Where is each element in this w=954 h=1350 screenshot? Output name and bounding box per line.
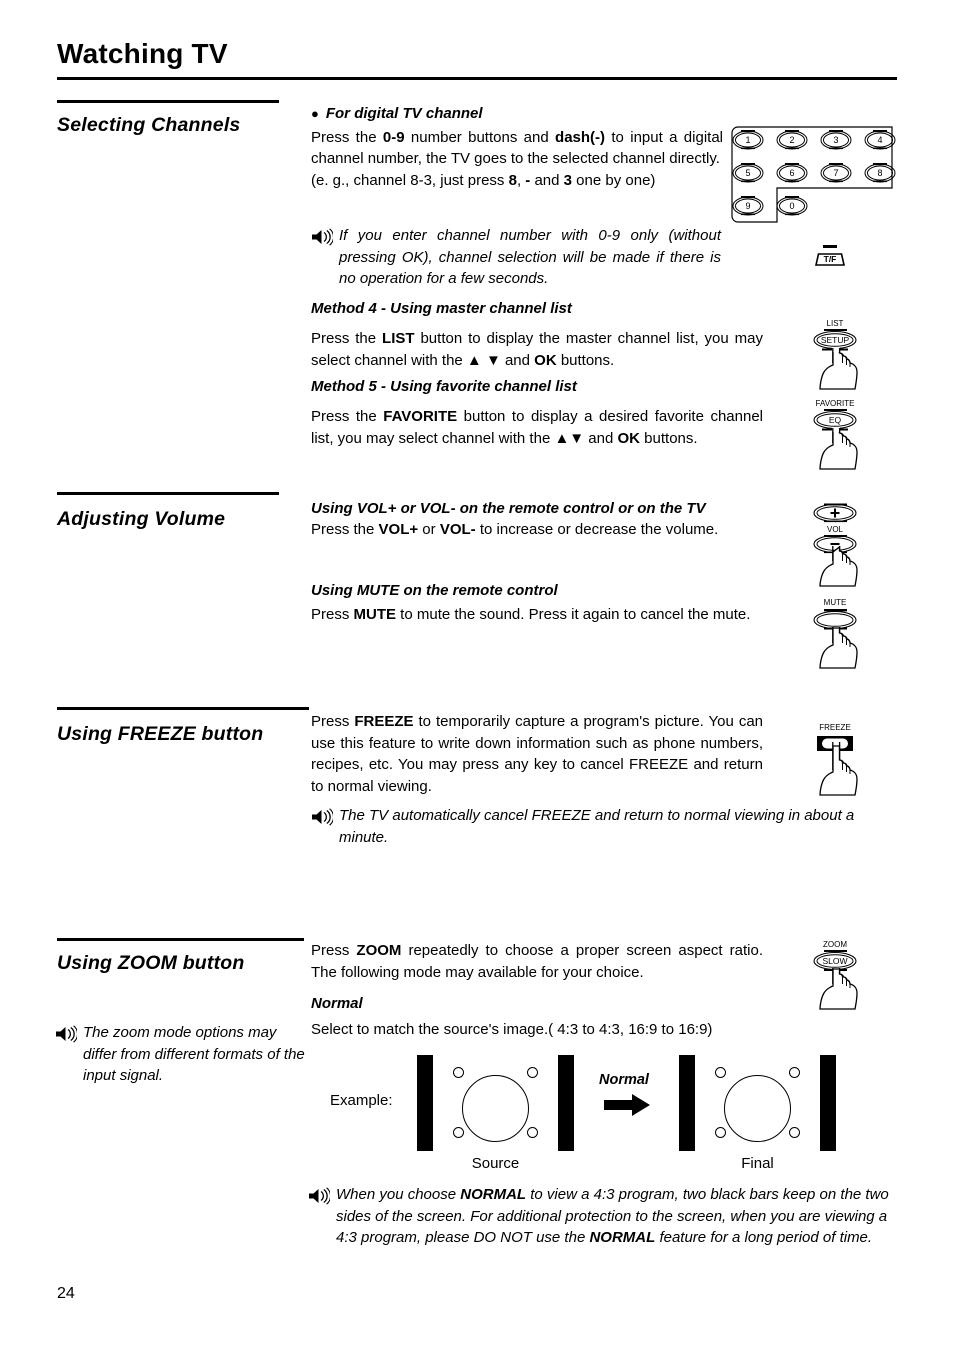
speaker-icon: [56, 1025, 77, 1043]
volume-body: Press the VOL+ or VOL- to increase or de…: [311, 521, 719, 538]
bullet-heading-digital-tv: For digital TV channel: [325, 105, 483, 122]
zoom-mode-body: Select to match the source's image.( 4:3…: [311, 1021, 713, 1038]
svg-text:8: 8: [877, 168, 882, 178]
method4-heading: Method 4 - Using master channel list: [311, 300, 572, 317]
svg-text:SLOW: SLOW: [822, 956, 847, 966]
corner-dot: [527, 1127, 538, 1138]
section-heading-zoom: Using ZOOM button: [57, 952, 245, 974]
note-normal-warning: When you choose NORMAL to view a 4:3 pro…: [308, 1184, 902, 1249]
note-freeze: The TV automatically cancel FREEZE and r…: [311, 805, 901, 848]
svg-text:VOL: VOL: [827, 525, 844, 534]
method4-block: Method 4 - Using master channel list Pre…: [311, 298, 763, 371]
corner-dot: [715, 1127, 726, 1138]
speaker-icon: [312, 808, 333, 826]
volume-heading: Using VOL+ or VOL- on the remote control…: [311, 500, 706, 517]
digital-tv-body: Press the 0-9 number buttons and dash(-)…: [311, 128, 723, 168]
speaker-icon: [309, 1187, 330, 1205]
svg-text:0: 0: [789, 201, 794, 211]
example-label: Example:: [330, 1092, 393, 1109]
svg-text:MUTE: MUTE: [824, 598, 847, 607]
svg-text:SETUP: SETUP: [821, 335, 850, 345]
speaker-icon: [312, 228, 333, 246]
svg-text:5: 5: [745, 168, 750, 178]
arrow-icon: [604, 1093, 652, 1122]
svg-text:6: 6: [789, 168, 794, 178]
section-divider-zoom: [57, 938, 304, 941]
corner-dot: [715, 1067, 726, 1078]
svg-text:3: 3: [833, 135, 838, 145]
source-caption: Source: [471, 1155, 520, 1172]
section-divider-freeze: [57, 707, 309, 710]
note-channel-entry: If you enter channel number with 0-9 onl…: [311, 225, 721, 290]
final-screen: [679, 1055, 836, 1151]
title-divider: [57, 77, 897, 80]
method4-body: Press the LIST button to display the mas…: [311, 330, 763, 369]
svg-text:7: 7: [833, 168, 838, 178]
method5-heading: Method 5 - Using favorite channel list: [311, 378, 577, 395]
section-heading-selecting-channels: Selecting Channels: [57, 114, 241, 136]
svg-text:T/F: T/F: [824, 254, 837, 264]
digital-tv-channel-block: ● For digital TV channel Press the 0-9 n…: [311, 103, 723, 191]
mute-body: Press MUTE to mute the sound. Press it a…: [311, 606, 751, 623]
digital-tv-example: (e. g., channel 8-3, just press 8, - and…: [311, 171, 656, 189]
svg-text:4: 4: [877, 135, 882, 145]
section-divider-adjusting-volume: [57, 492, 279, 495]
note-normal-warning-text: When you choose NORMAL to view a 4:3 pro…: [336, 1186, 889, 1246]
bullet-dot-icon: ●: [311, 106, 319, 121]
page-title: Watching TV: [57, 38, 228, 69]
freeze-body: Press FREEZE to temporarily capture a pr…: [311, 713, 764, 795]
zoom-mode-heading: Normal: [311, 995, 363, 1012]
section-heading-adjusting-volume: Adjusting Volume: [57, 508, 226, 530]
page-number: 24: [57, 1285, 75, 1302]
note-freeze-text: The TV automatically cancel FREEZE and r…: [339, 807, 855, 846]
svg-text:1: 1: [745, 135, 750, 145]
zoom-mode-block: Normal Select to match the source's imag…: [311, 993, 763, 1041]
bullet-row: ● For digital TV channel: [311, 103, 723, 125]
source-circle: [462, 1075, 529, 1142]
svg-text:9: 9: [745, 201, 750, 211]
source-screen: [417, 1055, 574, 1151]
svg-text:2: 2: [789, 135, 794, 145]
svg-text:ZOOM: ZOOM: [823, 940, 847, 949]
corner-dot: [789, 1067, 800, 1078]
mute-heading: Using MUTE on the remote control: [311, 582, 558, 599]
corner-dot: [527, 1067, 538, 1078]
method5-body: Press the FAVORITE button to display a d…: [311, 408, 763, 447]
corner-dot: [453, 1127, 464, 1138]
note-zoom-modes-text: The zoom mode options may differ from di…: [83, 1024, 305, 1084]
final-caption: Final: [741, 1155, 774, 1172]
method5-block: Method 5 - Using favorite channel list P…: [311, 376, 763, 449]
mute-block: Using MUTE on the remote control Press M…: [311, 580, 763, 626]
volume-block: Using VOL+ or VOL- on the remote control…: [311, 498, 763, 541]
corner-dot: [789, 1127, 800, 1138]
section-heading-freeze: Using FREEZE button: [57, 723, 264, 745]
svg-text:FAVORITE: FAVORITE: [816, 399, 855, 408]
note-zoom-modes: The zoom mode options may differ from di…: [55, 1022, 305, 1087]
svg-text:LIST: LIST: [827, 319, 844, 328]
section-divider-selecting-channels: [57, 100, 279, 103]
svg-text:EQ: EQ: [829, 415, 842, 425]
zoom-body: Press ZOOM repeatedly to choose a proper…: [311, 942, 763, 981]
manual-page: Watching TV Selecting Channels ● For dig…: [0, 0, 954, 1350]
final-circle: [724, 1075, 791, 1142]
arrow-label-normal: Normal: [599, 1072, 649, 1088]
corner-dot: [453, 1067, 464, 1078]
note-channel-entry-text: If you enter channel number with 0-9 onl…: [339, 227, 721, 287]
svg-text:FREEZE: FREEZE: [819, 723, 851, 732]
